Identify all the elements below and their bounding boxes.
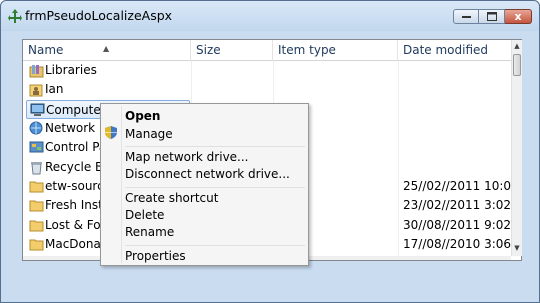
column-header-name[interactable]: Name ▲ [23, 40, 191, 61]
menu-item-create-shortcut[interactable]: Create shortcut [125, 190, 218, 207]
folder-icon [29, 220, 44, 232]
menu-item-disconnect-network-drive[interactable]: Disconnect network drive... [125, 166, 290, 183]
menu-item-manage[interactable]: Manage [125, 126, 173, 143]
menu-item-map-network-drive[interactable]: Map network drive... [125, 149, 249, 166]
list-item[interactable]: Ian [23, 80, 511, 99]
folder-icon [29, 200, 44, 212]
folder-icon [29, 239, 44, 251]
vertical-scrollbar[interactable]: ▲ ▼ [511, 40, 522, 256]
app-window: frmPseudoLocalizeAspx x Name ▲ Size Item… [0, 0, 540, 303]
menu-item-properties[interactable]: Properties [125, 248, 186, 265]
uac-shield-icon [105, 126, 117, 139]
maximize-button[interactable] [479, 9, 505, 24]
scroll-thumb[interactable] [513, 54, 521, 76]
item-date-cell: 25//02//2011 10:02 [403, 179, 511, 193]
maximize-icon [486, 12, 497, 21]
menu-gutter [121, 106, 122, 263]
menu-item-rename[interactable]: Rename [125, 224, 174, 241]
menu-item-delete[interactable]: Delete [125, 207, 164, 224]
list-header: Name ▲ Size Item type Date modified [23, 40, 511, 61]
menu-separator [125, 187, 305, 188]
scroll-down-icon[interactable]: ▼ [512, 243, 522, 253]
window-title: frmPseudoLocalizeAspx [25, 8, 173, 23]
minimize-icon [461, 15, 471, 18]
column-header-type[interactable]: Item type [273, 40, 398, 61]
item-date-cell: 17//08//2010 3:06 [403, 237, 511, 251]
item-date-cell: 23//02//2011 3:02 [403, 198, 511, 212]
item-date-cell: 30//08//2011 9:02 [403, 218, 511, 232]
minimize-button[interactable] [453, 9, 479, 24]
menu-item-open[interactable]: Open [125, 108, 160, 125]
list-item[interactable]: Libraries [23, 61, 511, 80]
close-button[interactable]: x [505, 9, 532, 24]
item-name-cell: Libraries [26, 61, 190, 80]
title-bar[interactable]: frmPseudoLocalizeAspx x [1, 1, 539, 31]
menu-separator [125, 245, 305, 246]
close-icon: x [514, 10, 522, 23]
context-menu: Open Manage Map network drive... Disconn… [100, 103, 309, 266]
menu-separator [125, 146, 305, 147]
item-name-cell: Ian [26, 80, 190, 99]
user-folder-icon [29, 84, 43, 97]
column-header-date[interactable]: Date modified [398, 40, 511, 61]
scroll-up-icon[interactable]: ▲ [512, 41, 522, 51]
control-panel-icon [29, 141, 44, 153]
network-icon [29, 121, 43, 135]
computer-icon [30, 103, 45, 116]
folder-icon [29, 181, 44, 193]
sort-ascending-icon: ▲ [103, 44, 110, 53]
app-icon [8, 9, 22, 23]
recycle-bin-icon [31, 162, 42, 175]
library-icon [29, 65, 44, 78]
column-header-size[interactable]: Size [191, 40, 273, 61]
